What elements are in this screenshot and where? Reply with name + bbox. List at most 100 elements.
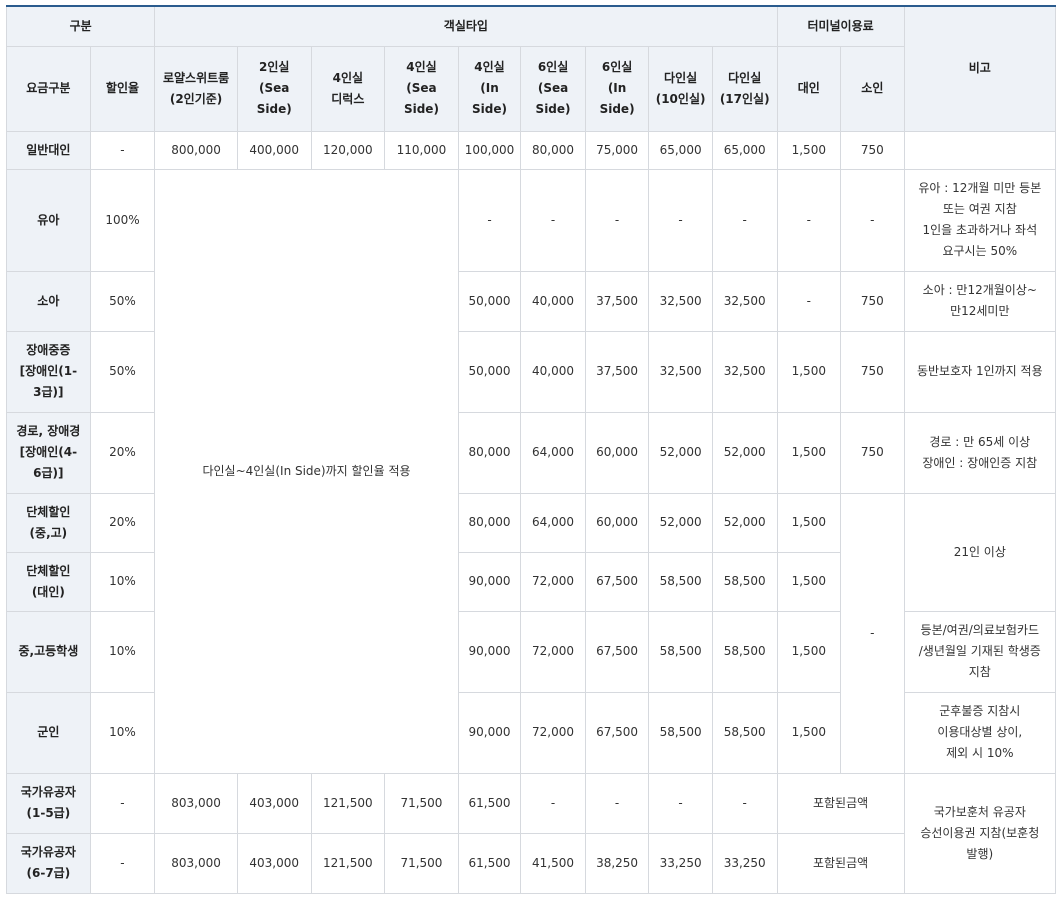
table-row: 유아 100% 다인실~4인실(In Side)까지 할인율 적용 - - - … xyxy=(6,168,1057,774)
price-cell: - xyxy=(457,168,522,272)
price-cell: - xyxy=(584,772,650,834)
price-cell: 121,500 xyxy=(310,832,386,894)
note-cell: 등본/여권/의료보험카드/생년월일 기재된 학생증 지참 xyxy=(903,610,1057,693)
price-cell: 75,000 xyxy=(584,130,650,170)
price-cell: 72,000 xyxy=(520,610,586,693)
adult-fee-cell: - xyxy=(776,168,842,272)
fare-table: 구분 객실타입 터미널이용료 비고 요금구분 할인율 로얄스위트룸 (2인기준) … xyxy=(5,5,1057,894)
price-cell: 33,250 xyxy=(648,832,713,894)
price-cell: 58,500 xyxy=(648,610,713,693)
child-fee-cell: 750 xyxy=(840,130,905,170)
header-room-4-deluxe: 4인실 디럭스 xyxy=(310,45,386,132)
adult-fee-cell: 1,500 xyxy=(776,411,842,494)
fee-included-cell: 포함된금액 xyxy=(776,772,905,834)
price-cell: 72,000 xyxy=(520,551,586,612)
row-label: 유아 xyxy=(6,168,91,272)
price-cell: 120,000 xyxy=(310,130,386,170)
price-cell: 52,000 xyxy=(648,411,713,494)
price-cell: 65,000 xyxy=(648,130,713,170)
price-cell: 90,000 xyxy=(457,551,522,612)
adult-fee-cell: 1,500 xyxy=(776,691,842,774)
price-cell: 50,000 xyxy=(457,330,522,413)
header-adult: 대인 xyxy=(776,45,842,132)
rate-cell: 10% xyxy=(89,691,156,774)
price-cell: - xyxy=(711,168,778,272)
adult-fee-cell: 1,500 xyxy=(776,551,842,612)
price-cell: - xyxy=(520,772,586,834)
header-room-royal-suite: 로얄스위트룸 (2인기준) xyxy=(154,45,238,132)
discount-applies-note: 다인실~4인실(In Side)까지 할인율 적용 xyxy=(154,168,459,774)
price-cell: 803,000 xyxy=(154,832,238,894)
rate-cell: 50% xyxy=(89,330,156,413)
price-cell: 58,500 xyxy=(648,551,713,612)
child-fee-cell: 750 xyxy=(840,411,905,494)
price-cell: 71,500 xyxy=(384,832,459,894)
note-cell: 유아 : 12개월 미만 등본 또는 여권 지참 1인을 초과하거나 좌석 요구시는 … xyxy=(903,168,1057,272)
row-label: 국가유공자 (1-5급) xyxy=(6,772,91,834)
price-cell: 72,000 xyxy=(520,691,586,774)
price-cell: 64,000 xyxy=(520,411,586,494)
price-cell: - xyxy=(520,168,586,272)
header-room-type: 객실타입 xyxy=(154,5,778,47)
header-room-6-in: 6인실 (In Side) xyxy=(584,45,650,132)
header-discount-rate: 할인율 xyxy=(89,45,156,132)
child-fee-cell: 750 xyxy=(840,270,905,332)
price-cell: 67,500 xyxy=(584,691,650,774)
price-cell: 40,000 xyxy=(520,270,586,332)
adult-fee-cell: - xyxy=(776,270,842,332)
table-row: 국가유공자 (1-5급) - 803,000 403,000 121,500 71… xyxy=(6,772,1057,894)
row-label: 소아 xyxy=(6,270,91,332)
rate-cell: 20% xyxy=(89,411,156,494)
price-cell: 61,500 xyxy=(457,772,522,834)
price-cell: 65,000 xyxy=(711,130,778,170)
note-cell: 21인 이상 xyxy=(903,492,1057,612)
row-label: 단체할인 (대인) xyxy=(6,551,91,612)
note-cell: 경로 : 만 65세 이상 장애인 : 장애인증 지참 xyxy=(903,411,1057,494)
row-label: 국가유공자 (6-7급) xyxy=(6,832,91,894)
price-cell: 90,000 xyxy=(457,610,522,693)
row-label: 군인 xyxy=(6,691,91,774)
price-cell: 50,000 xyxy=(457,270,522,332)
header-room-2-sea: 2인실 (Sea Side) xyxy=(236,45,312,132)
price-cell: - xyxy=(711,772,778,834)
price-cell: 40,000 xyxy=(520,330,586,413)
price-cell: 67,500 xyxy=(584,551,650,612)
price-cell: 803,000 xyxy=(154,772,238,834)
header-gubun: 구분 xyxy=(5,5,156,47)
price-cell: 52,000 xyxy=(648,492,713,553)
row-label: 경로, 장애경 [장애인(4- 6급)] xyxy=(6,411,91,494)
adult-fee-cell: 1,500 xyxy=(776,330,842,413)
note-cell xyxy=(903,130,1057,170)
price-cell: 61,500 xyxy=(457,832,522,894)
row-label: 단체할인 (중,고) xyxy=(6,492,91,553)
row-label: 장애중증 [장애인(1- 3급)] xyxy=(6,330,91,413)
price-cell: - xyxy=(648,772,713,834)
price-cell: 67,500 xyxy=(584,610,650,693)
adult-fee-cell: 1,500 xyxy=(776,610,842,693)
price-cell: 403,000 xyxy=(236,772,312,834)
child-fee-cell: - xyxy=(840,168,905,272)
rate-cell: - xyxy=(89,772,156,834)
header-terminal-fee: 터미널이용료 xyxy=(776,5,905,47)
price-cell: 32,500 xyxy=(711,270,778,332)
price-cell: 121,500 xyxy=(310,772,386,834)
note-cell: 국가보훈처 유공자 승선이용권 지참(보훈청 발행) xyxy=(903,772,1057,894)
child-fee-cell: 750 xyxy=(840,330,905,413)
rate-cell: - xyxy=(89,832,156,894)
price-cell: 80,000 xyxy=(457,411,522,494)
rate-cell: 100% xyxy=(89,168,156,272)
price-cell: 60,000 xyxy=(584,492,650,553)
price-cell: 58,500 xyxy=(711,610,778,693)
rate-cell: 20% xyxy=(89,492,156,553)
price-cell: 64,000 xyxy=(520,492,586,553)
header-room-6-sea: 6인실 (Sea Side) xyxy=(520,45,586,132)
price-cell: 32,500 xyxy=(648,330,713,413)
rate-cell: 50% xyxy=(89,270,156,332)
header-room-4-in: 4인실 (In Side) xyxy=(457,45,522,132)
row-label: 일반대인 xyxy=(6,130,91,170)
price-cell: 33,250 xyxy=(711,832,778,894)
price-cell: 400,000 xyxy=(236,130,312,170)
price-cell: 52,000 xyxy=(711,411,778,494)
rate-cell: 10% xyxy=(89,551,156,612)
price-cell: 80,000 xyxy=(520,130,586,170)
